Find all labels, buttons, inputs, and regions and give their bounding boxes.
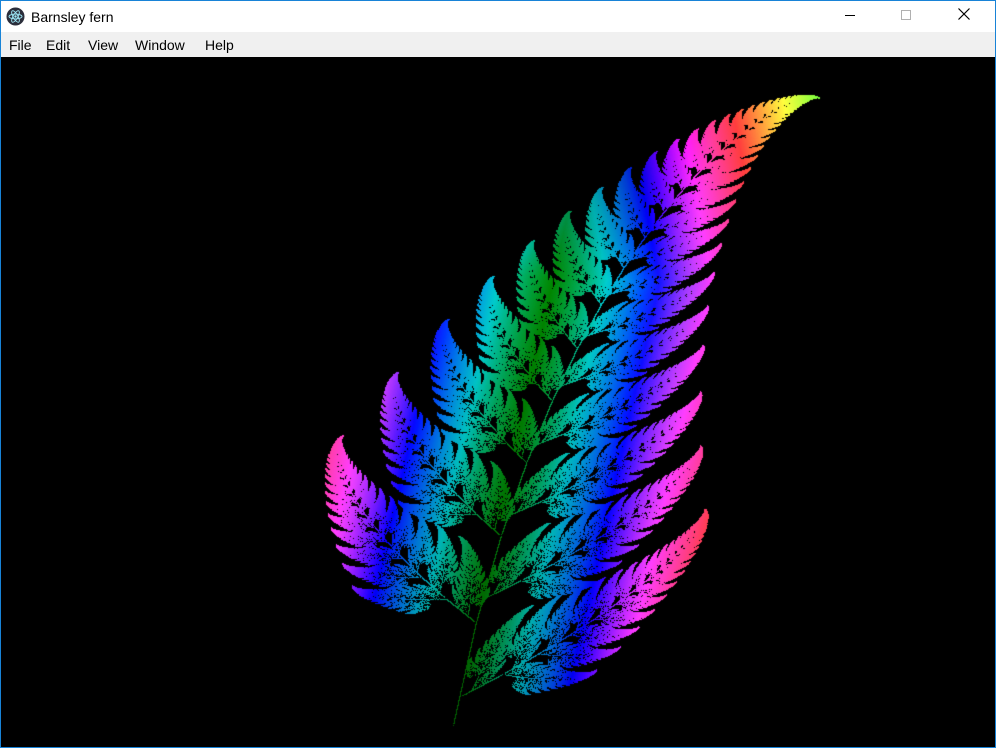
title-bar[interactable]: Barnsley fern [1,1,995,32]
close-button[interactable] [941,1,987,32]
menu-help[interactable]: Help [205,37,234,53]
maximize-button[interactable] [883,1,929,32]
app-window: Barnsley fern File Edit View Window Help [0,0,996,748]
electron-atom-icon [6,7,25,26]
fern-canvas-area[interactable] [1,57,995,747]
menu-window[interactable]: Window [135,37,185,53]
barnsley-fern-canvas[interactable] [1,57,995,747]
window-title: Barnsley fern [31,9,113,25]
menu-file[interactable]: File [9,37,32,53]
minimize-icon [844,8,856,26]
menu-bar: File Edit View Window Help [1,32,995,57]
close-icon [957,7,971,26]
minimize-button[interactable] [827,1,873,32]
maximize-icon [900,8,912,26]
menu-view[interactable]: View [88,37,118,53]
menu-edit[interactable]: Edit [46,37,70,53]
